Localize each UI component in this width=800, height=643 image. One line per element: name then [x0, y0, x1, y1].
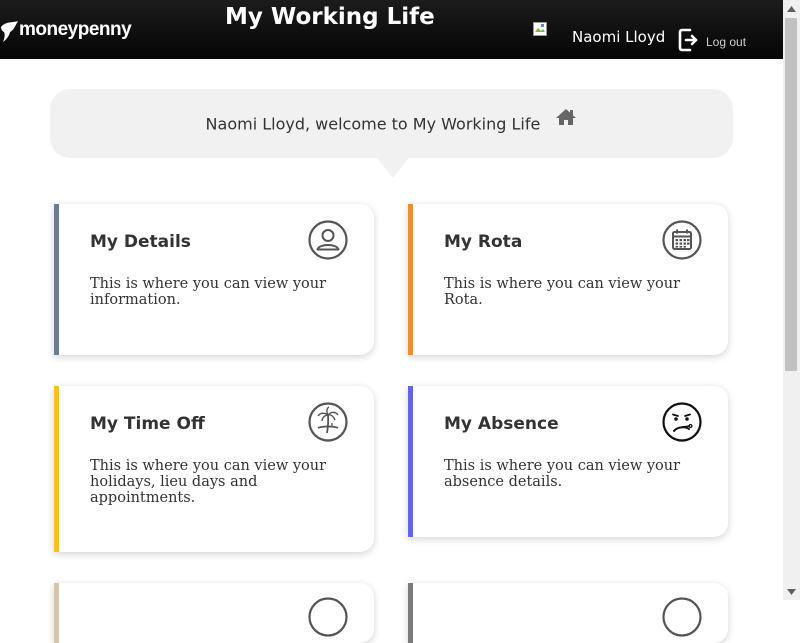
user-circle-icon — [308, 220, 348, 260]
card-description: This is where you can view your Rota. — [444, 276, 681, 308]
sick-face-icon — [662, 402, 702, 442]
logout-icon — [678, 28, 698, 52]
top-bar: moneypenny My Working Life Naomi Lloyd L… — [0, 0, 783, 59]
arrow-up-icon — [787, 5, 796, 12]
card-description: This is where you can view your informat… — [90, 276, 327, 308]
palm-tree-icon — [308, 402, 348, 442]
card-title: My Time Off — [90, 414, 205, 434]
card-my-time-off[interactable]: My Time Off This is where you can view y… — [54, 386, 374, 552]
card-description: This is where you can view your absence … — [444, 458, 681, 490]
card-partial-right[interactable] — [408, 583, 728, 643]
card-my-absence[interactable]: My Absence This is where you can view yo… — [408, 386, 728, 537]
partial-icon — [308, 597, 348, 637]
scroll-down-button[interactable] — [783, 583, 800, 600]
card-title: My Absence — [444, 414, 559, 434]
welcome-message: Naomi Lloyd, welcome to My Working Life — [205, 114, 541, 134]
scroll-up-button[interactable] — [783, 0, 800, 17]
user-name: Naomi Lloyd — [572, 28, 666, 46]
arrow-down-icon — [787, 588, 796, 595]
card-title: My Rota — [444, 232, 523, 252]
avatar[interactable] — [533, 21, 547, 36]
calendar-icon — [662, 220, 702, 260]
card-partial-left[interactable] — [54, 583, 374, 643]
brand-name: moneypenny — [19, 19, 132, 40]
bird-logo-icon — [1, 21, 18, 42]
scroll-thumb[interactable] — [785, 18, 797, 371]
card-description: This is where you can view your holidays… — [90, 458, 327, 506]
card-my-rota[interactable]: My Rota This is where you can view your … — [408, 204, 728, 355]
app-title: My Working Life — [225, 4, 435, 30]
vertical-scrollbar[interactable] — [783, 0, 800, 600]
brand-logo[interactable]: moneypenny — [0, 14, 132, 46]
home-icon[interactable] — [555, 108, 577, 130]
card-title: My Details — [90, 232, 191, 252]
card-my-details[interactable]: My Details This is where you can view yo… — [54, 204, 374, 355]
logout-label: Log out — [706, 34, 747, 49]
logout-button[interactable]: Log out — [678, 27, 746, 53]
welcome-banner: Naomi Lloyd, welcome to My Working Life — [50, 89, 733, 178]
partial-icon — [662, 597, 702, 637]
broken-image-icon — [533, 22, 547, 36]
